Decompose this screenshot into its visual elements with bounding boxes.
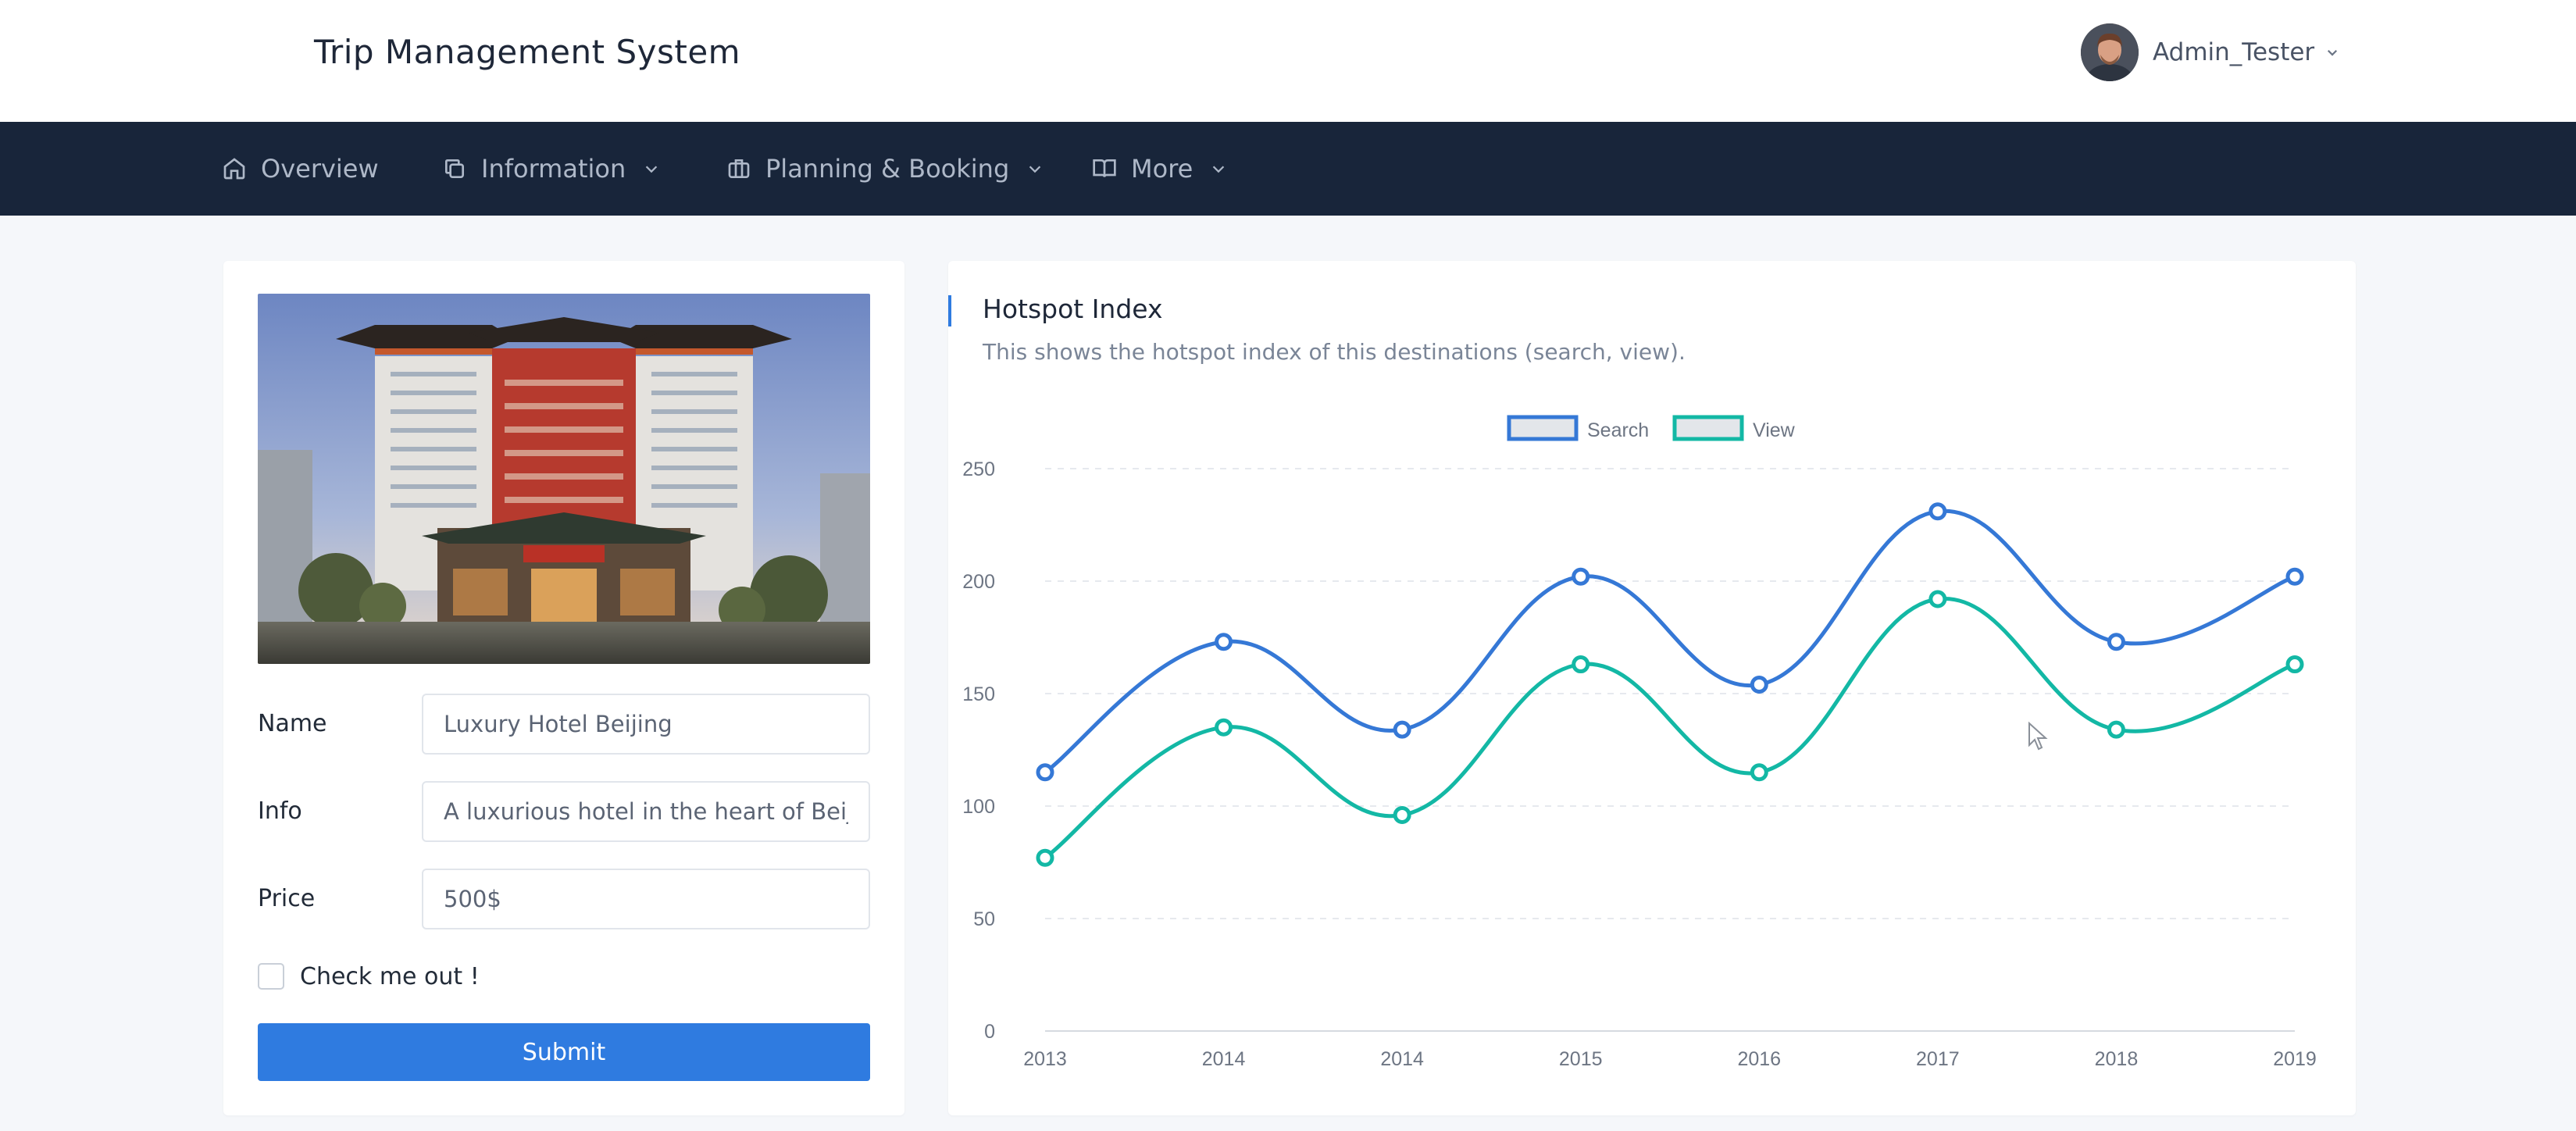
chevron-down-icon[interactable]	[2325, 45, 2339, 59]
price-label: Price	[258, 885, 316, 912]
name-label: Name	[258, 710, 327, 737]
hotel-image	[258, 294, 870, 664]
data-point-search	[1393, 720, 1411, 739]
nav-item-label: Information	[481, 154, 626, 184]
x-tick-label: 2019	[2273, 1048, 2317, 1070]
check-row: Check me out !	[258, 961, 480, 992]
data-point-view	[1928, 590, 1947, 608]
check-me-out-checkbox[interactable]	[258, 963, 284, 990]
data-point-search	[2285, 567, 2304, 586]
book-open-icon	[1093, 159, 1116, 177]
app-title: Trip Management System	[314, 33, 741, 71]
y-tick-label: 250	[962, 458, 995, 480]
data-point-search	[1750, 675, 1768, 694]
data-point-view	[1215, 718, 1233, 737]
x-tick-label: 2018	[2095, 1048, 2139, 1070]
chevron-down-icon	[646, 166, 658, 173]
y-tick-label: 0	[984, 1021, 995, 1043]
line-chart: 0 50 100 150 200 250 2013 2014 2014 2015 2016 2017 2…	[962, 415, 2317, 1070]
x-tick-label: 2014	[1380, 1048, 1424, 1070]
submit-button[interactable]: Submit	[258, 1023, 870, 1081]
copy-icon	[445, 159, 464, 178]
nav-item-label: More	[1131, 154, 1193, 184]
legend-label-search: Search	[1587, 419, 1649, 441]
nav-item-information[interactable]: Information	[442, 122, 660, 216]
x-tick-label: 2017	[1916, 1048, 1960, 1070]
x-tick-label: 2013	[1023, 1048, 1067, 1070]
nav-item-label: Overview	[261, 154, 379, 184]
price-row: Price	[258, 869, 870, 929]
data-point-view	[1393, 806, 1411, 825]
data-point-view	[2107, 720, 2125, 739]
data-point-search	[1572, 567, 1590, 586]
data-point-view	[1036, 848, 1054, 867]
hotspot-chart-card: Hotspot Index This shows the hotspot ind…	[948, 261, 2356, 1115]
nav-item-planning-booking[interactable]: Planning & Booking	[726, 122, 1044, 216]
avatar[interactable]	[2081, 23, 2139, 81]
y-tick-label: 200	[962, 571, 995, 593]
x-tick-label: 2016	[1737, 1048, 1781, 1070]
nav-item-label: Planning & Booking	[765, 154, 1010, 184]
data-point-search	[1036, 763, 1054, 782]
legend-swatch-search	[1507, 415, 1579, 441]
name-row: Name	[258, 694, 870, 755]
y-tick-label: 100	[962, 796, 995, 818]
name-field[interactable]	[422, 694, 870, 755]
y-tick-label: 50	[973, 908, 995, 930]
legend-label-view: View	[1753, 419, 1796, 441]
data-point-search	[1215, 633, 1233, 651]
top-header: Trip Management System Admin_Tester	[0, 0, 2576, 122]
nav-item-overview[interactable]: Overview	[222, 122, 379, 216]
x-tick-label: 2014	[1202, 1048, 1246, 1070]
data-point-search	[1928, 502, 1947, 521]
checkbox-label[interactable]: Check me out !	[300, 963, 480, 990]
data-point-view	[1750, 763, 1768, 782]
price-field[interactable]	[422, 869, 870, 929]
chevron-down-icon	[1029, 166, 1041, 173]
info-row: Info	[258, 781, 870, 842]
info-field[interactable]	[422, 781, 870, 842]
main-nav: Overview Information Planning & Booking …	[0, 122, 2576, 216]
x-tick-label: 2015	[1559, 1048, 1603, 1070]
briefcase-icon	[728, 159, 750, 178]
hotel-form-card: Name Info Price Check me out ! Submit	[223, 261, 904, 1115]
data-point-view	[2285, 655, 2304, 674]
nav-item-more[interactable]: More	[1092, 122, 1227, 216]
info-label: Info	[258, 797, 302, 825]
mouse-cursor-icon	[2028, 721, 2048, 751]
user-menu[interactable]: Admin_Tester	[2081, 23, 2339, 81]
user-name[interactable]: Admin_Tester	[2153, 38, 2314, 66]
legend-swatch-view	[1672, 415, 1744, 441]
y-tick-label: 150	[962, 683, 995, 705]
data-point-search	[2107, 633, 2125, 651]
data-point-view	[1572, 655, 1590, 674]
chevron-down-icon	[1213, 166, 1225, 173]
home-icon	[223, 158, 245, 180]
